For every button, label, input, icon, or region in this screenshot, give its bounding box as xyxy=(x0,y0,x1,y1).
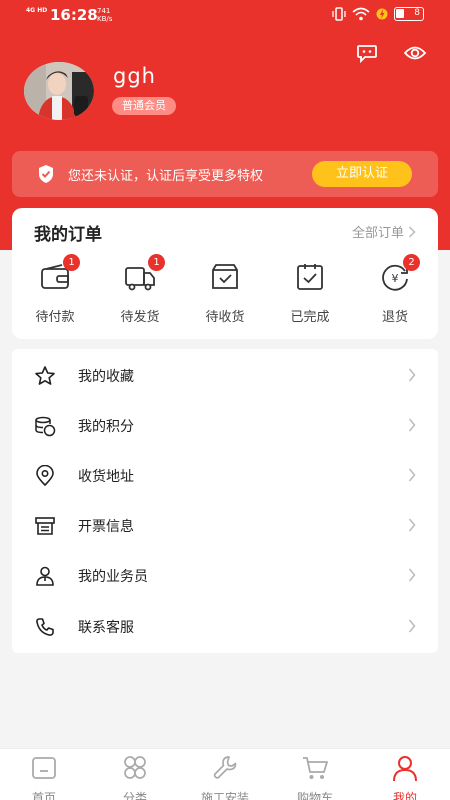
all-orders-link[interactable]: 全部订单 xyxy=(352,222,416,241)
location-icon xyxy=(36,465,54,487)
order-status-label: 待付款 xyxy=(35,310,75,325)
vibrate-icon xyxy=(332,7,346,21)
orders-card: 我的订单 全部订单 1 待付款 1 待发货 待收货 已完成 ¥ 2 退货 xyxy=(12,208,438,339)
tab-categories[interactable]: 分类 xyxy=(95,754,175,800)
username: ggh xyxy=(113,64,156,88)
order-status-label: 已完成 xyxy=(290,310,330,325)
person-icon xyxy=(36,566,54,586)
avatar[interactable] xyxy=(24,62,94,120)
tab-label: 分类 xyxy=(122,791,147,800)
status-icons: 8 xyxy=(332,7,424,21)
order-status-label: 待收货 xyxy=(205,310,245,325)
battery-indicator: 8 xyxy=(394,7,424,21)
message-icon[interactable] xyxy=(354,40,380,66)
order-pending-receipt[interactable]: 待收货 xyxy=(195,260,255,325)
phone-icon xyxy=(36,618,54,636)
chevron-right-icon xyxy=(408,518,416,532)
coins-icon xyxy=(35,416,56,437)
menu-label: 开票信息 xyxy=(78,519,134,535)
member-level-badge: 普通会员 xyxy=(112,97,176,115)
chevron-right-icon xyxy=(408,418,416,432)
all-orders-label: 全部订单 xyxy=(351,226,404,241)
menu-label: 我的收藏 xyxy=(78,369,134,385)
speed-unit: KB/s xyxy=(97,15,113,23)
order-pending-payment[interactable]: 1 待付款 xyxy=(25,254,85,325)
chevron-right-icon xyxy=(408,225,416,238)
chevron-right-icon xyxy=(408,468,416,482)
menu-item-address[interactable]: 收货地址 xyxy=(12,450,438,500)
network-indicator: 4G HD xyxy=(26,7,48,14)
shield-check-icon xyxy=(39,165,53,183)
verification-banner: 您还未认证，认证后享受更多特权 立即认证 xyxy=(12,151,438,197)
order-completed[interactable]: 已完成 xyxy=(280,260,340,325)
tab-label: 购物车 xyxy=(296,791,333,800)
grid-icon xyxy=(124,756,146,779)
cart-icon xyxy=(303,757,328,779)
invoice-icon xyxy=(35,517,55,535)
status-bar: 4G HD 16:28 741 KB/s 8 xyxy=(0,0,450,32)
order-status-label: 待发货 xyxy=(120,310,160,325)
truck-icon: 1 xyxy=(123,254,165,294)
order-count-badge: 2 xyxy=(403,254,420,271)
menu-item-invoice[interactable]: 开票信息 xyxy=(12,500,438,550)
speed-value: 741 xyxy=(97,7,111,15)
orders-title: 我的订单 xyxy=(34,225,102,245)
home-icon xyxy=(32,757,56,779)
refund-icon: ¥ 2 xyxy=(378,254,420,294)
box-icon xyxy=(208,260,242,294)
chevron-right-icon xyxy=(408,368,416,382)
verification-message: 您还未认证，认证后享受更多特权 xyxy=(68,169,264,184)
wallet-icon: 1 xyxy=(38,254,80,294)
menu-label: 我的业务员 xyxy=(78,569,148,585)
clipboard-check-icon xyxy=(293,260,327,294)
menu-label: 收货地址 xyxy=(78,469,134,485)
tab-mine[interactable]: 我的 xyxy=(365,754,445,800)
charging-icon xyxy=(376,8,388,20)
menu-list: 我的收藏 我的积分 收货地址 开票信息 我的业务员 联系客服 xyxy=(12,349,438,653)
eye-icon[interactable] xyxy=(402,40,428,66)
star-icon xyxy=(35,366,55,385)
order-status-label: 退货 xyxy=(381,310,408,325)
battery-level: 8 xyxy=(414,8,420,18)
tab-label: 施工安装 xyxy=(200,791,249,800)
menu-item-customer-service[interactable]: 联系客服 xyxy=(12,601,438,651)
order-count-badge: 1 xyxy=(148,254,165,271)
svg-text:¥: ¥ xyxy=(392,272,399,285)
wrench-icon xyxy=(213,756,237,779)
clock: 16:28 xyxy=(50,6,98,24)
network-speed: 741 KB/s xyxy=(97,7,112,23)
menu-label: 我的积分 xyxy=(78,419,134,435)
order-returns[interactable]: ¥ 2 退货 xyxy=(365,254,425,325)
bottom-tab-bar: 首页 分类 施工安装 购物车 我的 xyxy=(0,748,450,800)
tab-installation[interactable]: 施工安装 xyxy=(185,754,265,800)
chevron-right-icon xyxy=(408,619,416,633)
verify-now-button[interactable]: 立即认证 xyxy=(312,161,412,187)
tab-home[interactable]: 首页 xyxy=(4,754,84,800)
menu-label: 联系客服 xyxy=(78,620,134,636)
menu-item-favorites[interactable]: 我的收藏 xyxy=(12,350,438,400)
wifi-icon xyxy=(352,7,370,21)
tab-cart[interactable]: 购物车 xyxy=(275,754,355,800)
tab-label: 我的 xyxy=(392,791,417,800)
order-count-badge: 1 xyxy=(63,254,80,271)
tab-label: 首页 xyxy=(31,791,56,800)
menu-item-points[interactable]: 我的积分 xyxy=(12,400,438,450)
order-pending-shipment[interactable]: 1 待发货 xyxy=(110,254,170,325)
user-icon xyxy=(393,756,417,782)
menu-item-salesperson[interactable]: 我的业务员 xyxy=(12,550,438,600)
chevron-right-icon xyxy=(408,568,416,582)
